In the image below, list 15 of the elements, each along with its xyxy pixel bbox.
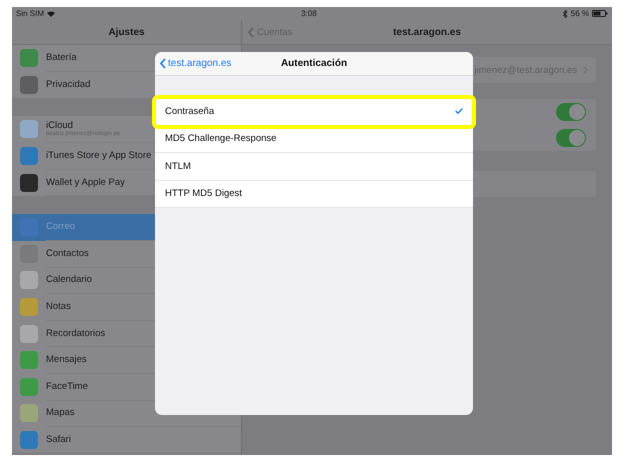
toggle-switch[interactable]	[556, 129, 586, 147]
battery-icon	[592, 10, 608, 17]
back-button[interactable]: test.aragon.es	[160, 58, 232, 69]
battery-text: 56 %	[562, 9, 608, 18]
chevron-left-icon	[248, 26, 254, 38]
carrier-text: Sin SIM	[16, 9, 56, 18]
detail-title: test.aragon.es	[393, 26, 461, 38]
toggle-switch[interactable]	[556, 103, 586, 121]
sidebar-title: Ajustes	[108, 26, 145, 38]
checkmark-icon	[455, 108, 463, 114]
wifi-icon	[47, 10, 56, 16]
clock-text: 3:08	[301, 9, 317, 18]
dialog-title: Autenticación	[280, 58, 348, 69]
bluetooth-icon	[562, 10, 568, 18]
chevron-left-icon	[160, 58, 166, 69]
